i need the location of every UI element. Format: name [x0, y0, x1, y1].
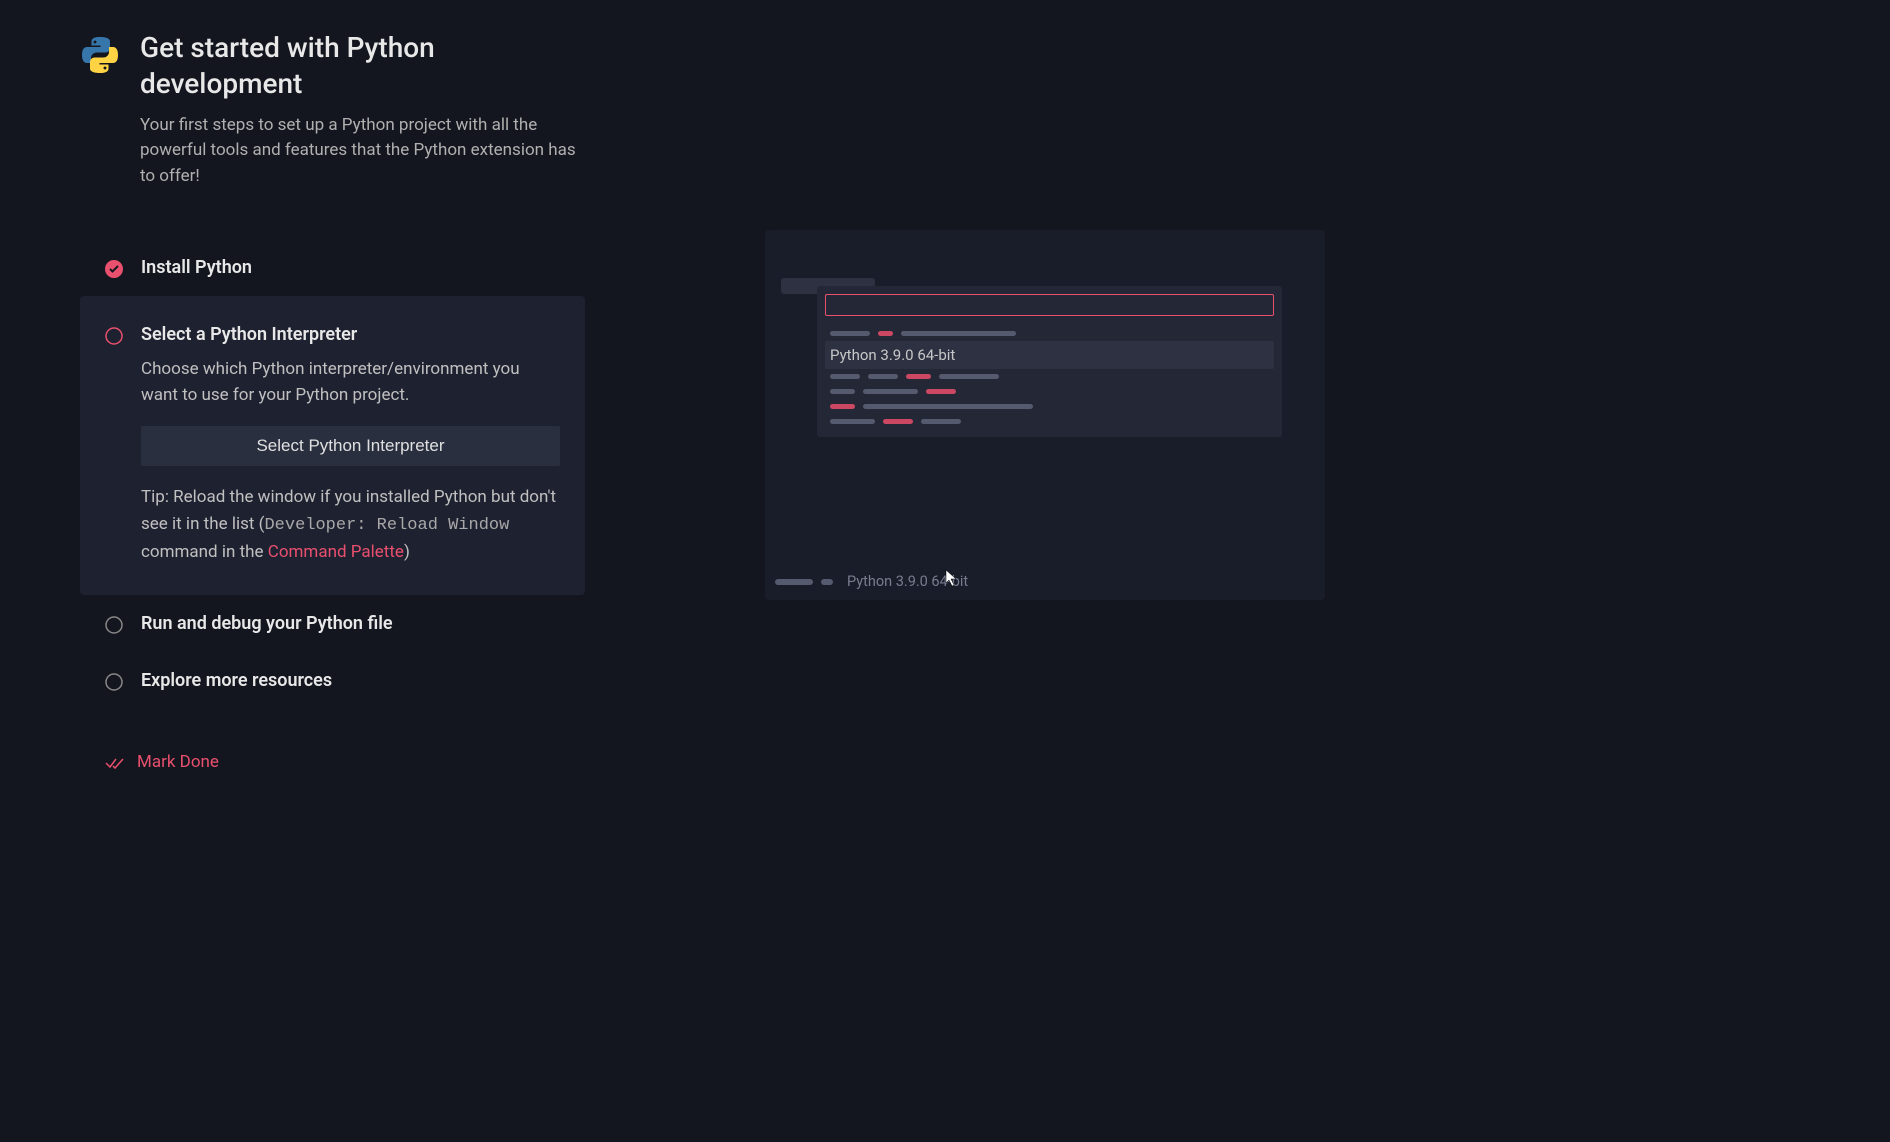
step-select-interpreter[interactable]: Select a Python Interpreter Choose which…	[80, 296, 585, 595]
preview-search-input	[825, 294, 1274, 316]
step-selectinterp-tip: Tip: Reload the window if you installed …	[141, 484, 560, 565]
preview-row	[825, 369, 1274, 384]
left-panel: Get started with Python development Your…	[80, 30, 585, 790]
step-install-title: Install Python	[141, 257, 560, 278]
step-explore-title: Explore more resources	[141, 670, 560, 691]
preview-row	[825, 414, 1274, 429]
step-selectinterp-description: Choose which Python interpreter/environm…	[141, 357, 560, 408]
right-panel: Python 3.9.0 64-bit	[765, 230, 1325, 790]
circle-outline-icon	[105, 616, 123, 634]
page-title: Get started with Python development	[140, 30, 585, 103]
preview-bar	[830, 331, 870, 336]
preview-selected-row: Python 3.9.0 64-bit	[825, 341, 1274, 369]
preview-bar	[926, 389, 956, 394]
preview-bar	[830, 419, 875, 424]
preview-bar	[830, 374, 860, 379]
step-explore-resources[interactable]: Explore more resources	[80, 652, 585, 709]
preview-bar	[863, 404, 1033, 409]
step-rundebug-title: Run and debug your Python file	[141, 613, 560, 634]
preview-bar	[906, 374, 931, 379]
circle-outline-icon	[105, 327, 123, 345]
select-python-interpreter-button[interactable]: Select Python Interpreter	[141, 426, 560, 466]
header: Get started with Python development Your…	[80, 30, 585, 189]
preview-bar	[921, 419, 961, 424]
preview-bar	[868, 374, 898, 379]
preview-window: Python 3.9.0 64-bit	[765, 230, 1325, 600]
cursor-icon	[945, 569, 959, 591]
check-circle-icon	[105, 260, 123, 278]
mark-done-label: Mark Done	[137, 752, 219, 772]
preview-bar	[883, 419, 913, 424]
preview-bar	[830, 404, 855, 409]
preview-bar	[878, 331, 893, 336]
preview-statusbar: Python 3.9.0 64-bit	[775, 573, 968, 590]
preview-bar	[901, 331, 1016, 336]
check-all-icon	[105, 755, 123, 769]
preview-selected-text: Python 3.9.0 64-bit	[830, 346, 955, 364]
command-palette-link[interactable]: Command Palette	[268, 542, 404, 562]
preview-row	[825, 326, 1274, 341]
step-install-python[interactable]: Install Python	[80, 239, 585, 296]
header-text: Get started with Python development Your…	[140, 30, 585, 189]
page-subtitle: Your first steps to set up a Python proj…	[140, 113, 585, 190]
python-logo-icon	[80, 35, 120, 75]
mark-done-button[interactable]: Mark Done	[80, 734, 585, 790]
tip-code: Developer: Reload Window	[264, 516, 509, 535]
preview-row	[825, 384, 1274, 399]
preview-bar	[863, 389, 918, 394]
preview-bar	[830, 389, 855, 394]
preview-bar	[821, 579, 833, 585]
preview-bar	[775, 579, 813, 585]
tip-suffix: )	[404, 542, 410, 562]
preview-row	[825, 399, 1274, 414]
step-selectinterp-title: Select a Python Interpreter	[141, 324, 560, 345]
preview-bar	[939, 374, 999, 379]
walkthrough-container: Get started with Python development Your…	[0, 0, 1890, 820]
tip-mid: command in the	[141, 542, 268, 562]
circle-outline-icon	[105, 673, 123, 691]
preview-dropdown: Python 3.9.0 64-bit	[817, 286, 1282, 437]
step-run-debug[interactable]: Run and debug your Python file	[80, 595, 585, 652]
